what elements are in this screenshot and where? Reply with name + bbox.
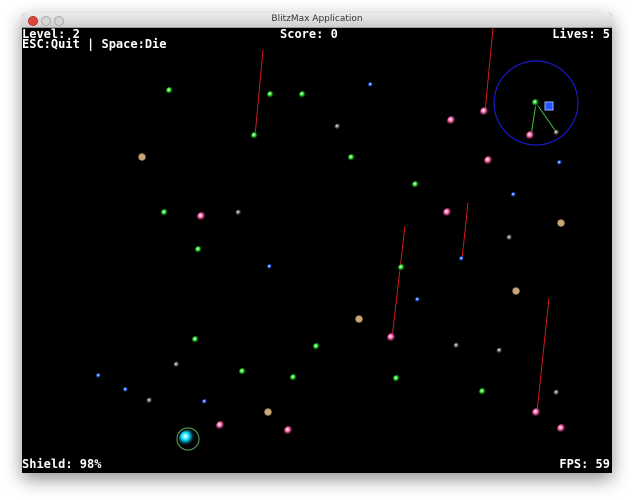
blue-orb xyxy=(267,264,273,270)
app-window: BlitzMax Application Level: 2 ESC:Quit |… xyxy=(22,13,612,473)
gray-rock xyxy=(496,347,504,355)
blue-orb xyxy=(557,160,563,166)
score-readout: Score: 0 xyxy=(280,27,338,41)
green-orb xyxy=(398,264,406,272)
radar-square xyxy=(544,101,554,111)
green-orb xyxy=(393,375,401,383)
gray-rock xyxy=(235,209,243,217)
link-line xyxy=(530,102,537,137)
gray-rock xyxy=(506,234,514,242)
meteor-trail xyxy=(391,225,406,339)
playfield xyxy=(96,28,579,451)
tan-mine xyxy=(355,315,363,323)
blue-orb xyxy=(96,373,102,379)
player-ship xyxy=(179,430,197,448)
tan-mine xyxy=(138,153,146,161)
blue-orb xyxy=(202,399,208,405)
meteor-trail xyxy=(536,297,550,413)
pink-orb xyxy=(480,107,490,117)
green-orb xyxy=(479,388,487,396)
green-orb xyxy=(192,336,200,344)
title-bar: BlitzMax Application xyxy=(22,13,612,28)
pink-orb xyxy=(387,333,397,343)
green-orb xyxy=(532,99,540,107)
lives-readout: Lives: 5 xyxy=(552,27,610,41)
gray-rock xyxy=(173,361,181,369)
tan-mine xyxy=(264,408,272,416)
pink-orb xyxy=(216,421,226,431)
meteor-trail xyxy=(461,202,469,260)
gray-rock xyxy=(334,123,342,131)
green-orb xyxy=(348,154,356,162)
green-orb xyxy=(290,374,298,382)
blue-orb xyxy=(459,256,465,262)
gray-rock xyxy=(146,397,154,405)
window-title: BlitzMax Application xyxy=(271,14,363,24)
pink-orb xyxy=(484,156,494,166)
green-orb xyxy=(313,343,321,351)
tan-mine xyxy=(512,287,520,295)
green-orb xyxy=(166,87,174,95)
fps-readout: FPS: 59 xyxy=(559,457,610,471)
blue-orb xyxy=(511,192,517,198)
gray-rock xyxy=(453,342,461,350)
pink-orb xyxy=(532,408,542,418)
game-canvas[interactable]: Level: 2 ESC:Quit | Space:Die Score: 0 L… xyxy=(22,28,612,473)
green-orb xyxy=(299,91,307,99)
blue-orb xyxy=(368,82,374,88)
green-orb xyxy=(161,209,169,217)
gray-rock xyxy=(553,389,561,397)
gray-rock xyxy=(553,129,561,137)
controls-hint: ESC:Quit | Space:Die xyxy=(22,37,167,51)
pink-orb xyxy=(197,212,207,222)
tan-mine xyxy=(557,219,565,227)
pink-orb xyxy=(284,426,294,436)
meteor-trail xyxy=(484,28,494,113)
green-orb xyxy=(195,246,203,254)
meteor-trail xyxy=(254,49,264,137)
green-orb xyxy=(412,181,420,189)
green-orb xyxy=(251,132,259,140)
green-orb xyxy=(239,368,247,376)
pink-orb xyxy=(447,116,457,126)
pink-orb xyxy=(443,208,453,218)
blue-orb xyxy=(123,387,129,393)
pink-orb xyxy=(526,131,536,141)
green-orb xyxy=(267,91,275,99)
pink-orb xyxy=(557,424,567,434)
blue-orb xyxy=(415,297,421,303)
shield-readout: Shield: 98% xyxy=(22,457,102,471)
